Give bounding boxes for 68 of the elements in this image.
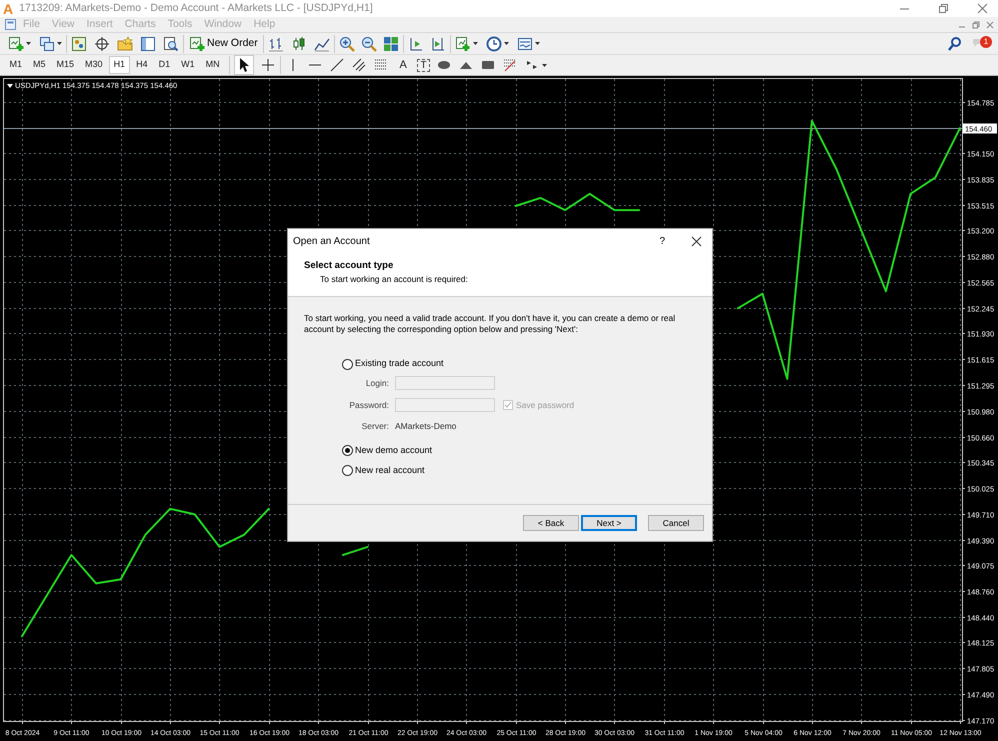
star-folder-icon[interactable] <box>117 36 133 52</box>
dialog-title: Open an Account <box>293 234 370 248</box>
autoscroll-icon[interactable] <box>430 36 446 52</box>
document-icon[interactable] <box>4 18 17 31</box>
help-icon[interactable]: ? <box>659 234 665 248</box>
timeframe-button[interactable]: H1 <box>108 56 130 74</box>
chart-shift-icon[interactable] <box>408 36 424 52</box>
crosshair-target-icon[interactable] <box>94 36 110 52</box>
dialog-button[interactable]: < Back <box>523 515 579 531</box>
instruction-text: To start working, you need a valid trade account. If you don't have it, you can create a demo or real account by selecting the corresponding option below and pressing 'Next': <box>304 313 676 335</box>
windows-icon[interactable] <box>39 36 55 52</box>
dots-window-icon[interactable] <box>71 36 87 52</box>
chart-plus-icon[interactable] <box>8 36 24 52</box>
search-icon[interactable] <box>947 36 963 52</box>
caret-icon[interactable] <box>26 42 31 45</box>
zoom-in-icon[interactable] <box>338 36 355 52</box>
timeframe-button[interactable]: W1 <box>176 56 200 74</box>
timeframe-button[interactable]: M30 <box>80 56 108 74</box>
caret-icon[interactable] <box>542 64 548 66</box>
radio-option[interactable]: New real account <box>342 460 425 481</box>
indicator-plus-icon[interactable] <box>454 36 471 52</box>
caret-icon[interactable] <box>57 42 62 45</box>
dialog-button[interactable]: Cancel <box>648 515 704 531</box>
bar-chart-icon[interactable] <box>268 36 284 52</box>
caret-icon[interactable] <box>534 42 540 45</box>
caret-icon[interactable] <box>504 42 509 45</box>
password-label: Password: <box>348 398 390 412</box>
restore-icon[interactable] <box>938 3 949 14</box>
restore-icon[interactable] <box>972 20 980 28</box>
text-tool[interactable]: A <box>395 56 412 74</box>
timeframe-button[interactable]: MN <box>200 56 225 74</box>
radio-option[interactable]: Existing trade account <box>342 354 444 374</box>
channel-icon[interactable] <box>351 57 368 73</box>
magnifier-document-icon[interactable] <box>163 36 179 52</box>
chart-plus-icon[interactable] <box>189 36 205 52</box>
crosshair-icon[interactable] <box>260 57 276 73</box>
radio-button[interactable] <box>342 358 353 370</box>
panel-icon[interactable] <box>140 36 156 52</box>
zoom-out-icon[interactable] <box>360 36 377 52</box>
timeframe-button[interactable]: M15 <box>52 56 80 74</box>
caret-icon[interactable] <box>472 42 478 45</box>
text-label-tool[interactable]: T <box>417 58 430 72</box>
timeframe-button[interactable]: H4 <box>131 56 153 74</box>
dialog-button[interactable]: Next > <box>581 515 637 531</box>
dialog-subheading: To start working an account is required: <box>320 273 469 286</box>
server-value: AMarkets-Demo <box>395 420 456 433</box>
radio-option[interactable]: New demo account <box>342 440 432 461</box>
timeframe-button[interactable]: M5 <box>28 56 51 74</box>
dialog-heading: Select account type <box>304 259 394 273</box>
clock-icon[interactable] <box>486 36 502 52</box>
new-order-button[interactable]: New Order <box>188 36 259 52</box>
radio-button[interactable] <box>342 445 353 456</box>
close-icon[interactable] <box>691 236 702 246</box>
template-icon[interactable] <box>516 36 533 52</box>
server-label: Server: <box>360 420 390 433</box>
timeframe-button[interactable]: D1 <box>154 56 176 74</box>
fibonacci-icon[interactable] <box>502 57 518 73</box>
radio-button[interactable] <box>342 465 353 476</box>
window-title: 1713209: AMarkets-Demo - Demo Account - AMarkets LLC - [USDJPYd,H1] <box>19 0 373 16</box>
checkbox-label: Save password <box>516 398 574 412</box>
app-logo: A <box>3 2 14 16</box>
login-label: Login: <box>364 376 390 390</box>
candlestick-icon[interactable] <box>290 36 307 52</box>
collapse-arrow-icon[interactable] <box>7 84 13 88</box>
tiles-icon[interactable] <box>382 36 399 52</box>
notification-badge: 1 <box>980 36 992 48</box>
trendline-icon[interactable] <box>329 57 346 73</box>
timeframe-button[interactable]: M1 <box>4 56 28 74</box>
